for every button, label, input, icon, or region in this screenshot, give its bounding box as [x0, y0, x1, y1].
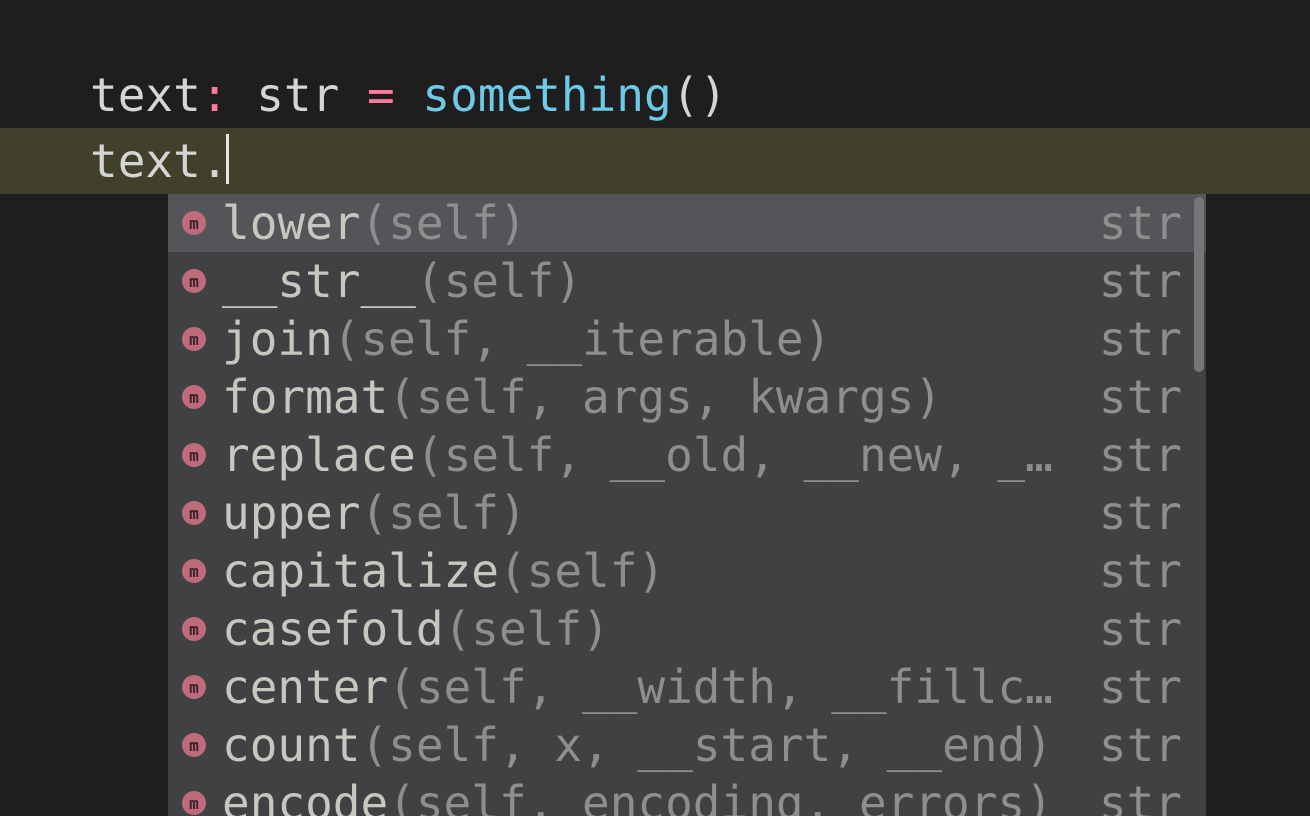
autocomplete-signature: __str__(self) [222, 254, 1069, 308]
method-icon: m [182, 211, 206, 235]
code-editor[interactable]: text: str = something() text. m lower(sel… [0, 0, 1310, 816]
autocomplete-method-name: capitalize [222, 544, 499, 598]
autocomplete-return-type: str [1099, 312, 1182, 366]
autocomplete-item[interactable]: m replace(self, __old, __new, __c… str [168, 426, 1206, 484]
autocomplete-item[interactable]: m count(self, x, __start, __end) str [168, 716, 1206, 774]
token-identifier: text [90, 128, 201, 194]
code-line-1[interactable]: text: str = something() [0, 62, 1310, 128]
autocomplete-signature: encode(self, encoding, errors) [222, 776, 1069, 816]
autocomplete-signature: count(self, x, __start, __end) [222, 718, 1069, 772]
method-icon: m [182, 675, 206, 699]
autocomplete-return-type: str [1099, 196, 1182, 250]
token-space [395, 62, 423, 128]
text-caret [226, 134, 229, 184]
autocomplete-return-type: str [1099, 254, 1182, 308]
autocomplete-return-type: str [1099, 602, 1182, 656]
autocomplete-method-name: format [222, 370, 388, 424]
autocomplete-signature: format(self, args, kwargs) [222, 370, 1069, 424]
autocomplete-method-name: __str__ [222, 254, 416, 308]
popup-scrollbar-thumb[interactable] [1194, 197, 1204, 372]
autocomplete-signature: casefold(self) [222, 602, 1069, 656]
token-space [339, 62, 367, 128]
autocomplete-method-name: lower [222, 196, 360, 250]
autocomplete-method-name: replace [222, 428, 416, 482]
method-icon: m [182, 733, 206, 757]
autocomplete-return-type: str [1099, 776, 1182, 816]
autocomplete-return-type: str [1099, 544, 1182, 598]
autocomplete-item[interactable]: m join(self, __iterable) str [168, 310, 1206, 368]
method-icon: m [182, 327, 206, 351]
autocomplete-item[interactable]: m encode(self, encoding, errors) str [168, 774, 1206, 816]
method-icon: m [182, 443, 206, 467]
autocomplete-item[interactable]: m casefold(self) str [168, 600, 1206, 658]
autocomplete-signature: replace(self, __old, __new, __c… [222, 428, 1069, 482]
autocomplete-item[interactable]: m __str__(self) str [168, 252, 1206, 310]
autocomplete-return-type: str [1099, 718, 1182, 772]
method-icon: m [182, 501, 206, 525]
autocomplete-signature: upper(self) [222, 486, 1069, 540]
autocomplete-popup[interactable]: mlower(self)strm__str__(self)strmjoin(se… [168, 194, 1206, 816]
method-icon: m [182, 617, 206, 641]
autocomplete-signature: lower(self) [222, 196, 1069, 250]
autocomplete-item[interactable]: m capitalize(self) str [168, 542, 1206, 600]
token-operator: = [367, 62, 395, 128]
token-space [228, 62, 256, 128]
token-identifier: text [90, 62, 201, 128]
autocomplete-return-type: str [1099, 428, 1182, 482]
autocomplete-method-name: center [222, 660, 388, 714]
autocomplete-signature: capitalize(self) [222, 544, 1069, 598]
autocomplete-signature: join(self, __iterable) [222, 312, 1069, 366]
autocomplete-method-name: upper [222, 486, 360, 540]
autocomplete-method-name: join [222, 312, 333, 366]
autocomplete-signature: center(self, __width, __fillcha… [222, 660, 1069, 714]
token-function-call: something [422, 62, 671, 128]
token-dot: . [201, 128, 229, 194]
code-line-2-current[interactable]: text. [0, 128, 1310, 194]
method-icon: m [182, 269, 206, 293]
method-icon: m [182, 559, 206, 583]
token-parens: () [672, 62, 727, 128]
autocomplete-return-type: str [1099, 660, 1182, 714]
autocomplete-item[interactable]: m format(self, args, kwargs) str [168, 368, 1206, 426]
autocomplete-method-name: encode [222, 776, 388, 816]
autocomplete-method-name: count [222, 718, 360, 772]
token-type: str [256, 62, 339, 128]
autocomplete-item[interactable]: m upper(self) str [168, 484, 1206, 542]
method-icon: m [182, 791, 206, 815]
method-icon: m [182, 385, 206, 409]
code-area[interactable]: text: str = something() text. [0, 0, 1310, 194]
autocomplete-return-type: str [1099, 486, 1182, 540]
autocomplete-method-name: casefold [222, 602, 444, 656]
token-colon: : [201, 62, 229, 128]
autocomplete-item[interactable]: m center(self, __width, __fillcha… str [168, 658, 1206, 716]
autocomplete-item[interactable]: m lower(self) str [168, 194, 1206, 252]
popup-scrollbar[interactable] [1192, 194, 1206, 816]
autocomplete-return-type: str [1099, 370, 1182, 424]
